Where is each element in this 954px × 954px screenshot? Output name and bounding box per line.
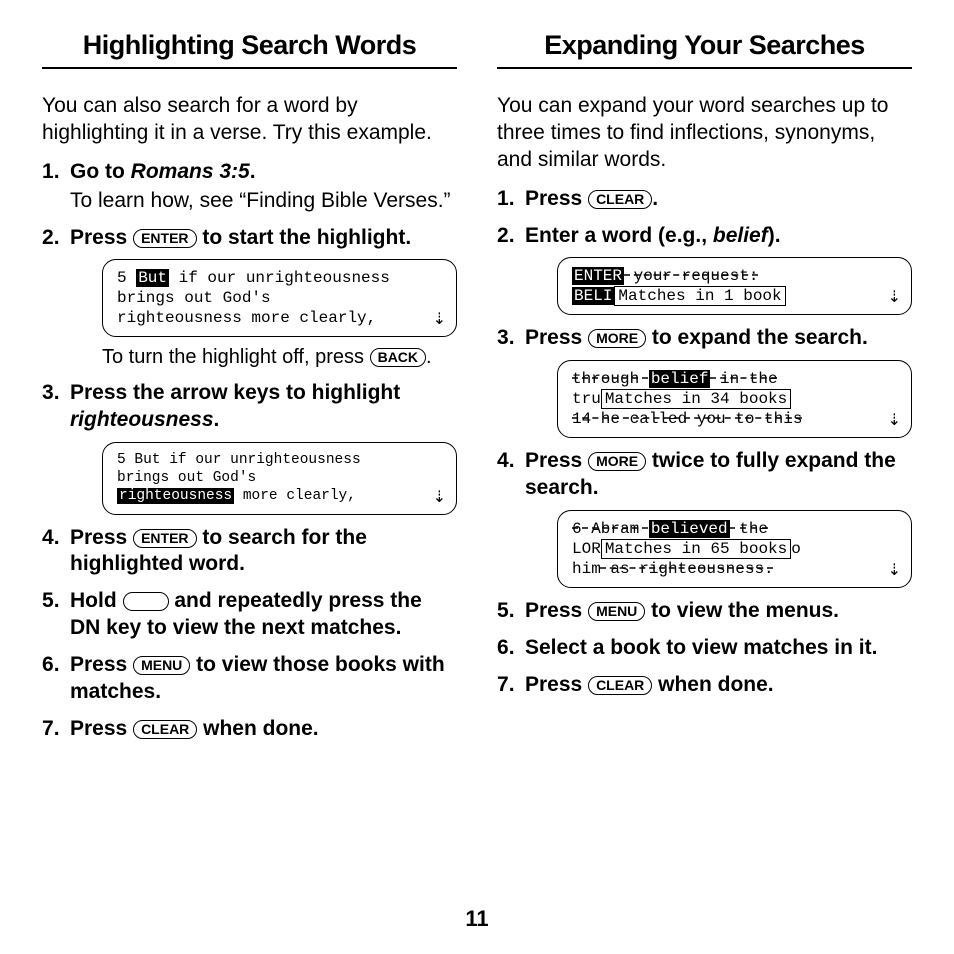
step-text: Press MORE twice to fully expand the sea… — [525, 449, 896, 499]
manual-page: Highlighting Search Words You can also s… — [0, 0, 954, 954]
lcd-screen: 5 But if our unrighteousness brings out … — [102, 442, 457, 514]
clear-key-icon: CLEAR — [133, 720, 197, 739]
enter-key-icon: ENTER — [133, 529, 196, 548]
scroll-down-icon: ⇣ — [888, 288, 901, 308]
highlighted-word: But — [136, 269, 169, 287]
section-title-right: Expanding Your Searches — [497, 30, 912, 61]
step-5: Press MENU to view the menus. — [497, 598, 912, 625]
highlighted-word: righteousness — [117, 488, 234, 504]
page-number: 11 — [0, 906, 954, 932]
step-text: Press CLEAR when done. — [70, 717, 319, 740]
step-text: Press MORE to expand the search. — [525, 326, 868, 349]
menu-key-icon: MENU — [133, 656, 190, 675]
step-5: Hold and repeatedly press the DN key to … — [42, 588, 457, 642]
step-text: Press CLEAR. — [525, 187, 658, 210]
step-text: Press MENU to view the menus. — [525, 599, 839, 622]
step-text: Press ENTER to search for the highlighte… — [70, 526, 367, 576]
step-1: Press CLEAR. — [497, 186, 912, 213]
step-text: Press MENU to view those books with matc… — [70, 653, 445, 703]
lcd-caption: To turn the highlight off, press BACK. — [102, 345, 457, 370]
scroll-down-icon: ⇣ — [433, 310, 446, 330]
blank-key-icon — [123, 592, 169, 611]
clear-key-icon: CLEAR — [588, 676, 652, 695]
scroll-down-icon: ⇣ — [888, 561, 901, 581]
step-text: Press CLEAR when done. — [525, 673, 774, 696]
step-text: Select a book to view matches in it. — [525, 636, 877, 659]
back-key-icon: BACK — [370, 348, 426, 367]
step-4: Press ENTER to search for the highlighte… — [42, 525, 457, 579]
match-count-box: Matches in 65 books — [601, 539, 791, 559]
scroll-down-icon: ⇣ — [433, 488, 446, 508]
lcd-screen: 5 But if our unrighteousness brings out … — [102, 259, 457, 337]
two-column-layout: Highlighting Search Words You can also s… — [42, 30, 912, 753]
step-text: Press ENTER to start the highlight. — [70, 226, 411, 249]
steps-left: Go to Romans 3:5. To learn how, see “Fin… — [42, 159, 457, 743]
step-4: Press MORE twice to fully expand the sea… — [497, 448, 912, 588]
more-key-icon: MORE — [588, 452, 646, 471]
enter-key-icon: ENTER — [133, 229, 196, 248]
lcd-screen: 6 Abram believed the LORMatches in 65 bo… — [557, 510, 912, 588]
step-text: Hold and repeatedly press the DN key to … — [70, 589, 422, 639]
menu-key-icon: MENU — [588, 602, 645, 621]
more-key-icon: MORE — [588, 329, 646, 348]
step-2: Press ENTER to start the highlight. 5 Bu… — [42, 225, 457, 371]
step-text: Enter a word (e.g., belief). — [525, 224, 781, 247]
intro-left: You can also search for a word by highli… — [42, 93, 457, 147]
scroll-down-icon: ⇣ — [888, 411, 901, 431]
match-count-box: Matches in 1 book — [614, 286, 785, 306]
title-rule — [42, 67, 457, 69]
step-text: Go to Romans 3:5. — [70, 160, 256, 183]
step-substep: To learn how, see “Finding Bible Verses.… — [70, 188, 457, 215]
step-1: Go to Romans 3:5. To learn how, see “Fin… — [42, 159, 457, 215]
step-3: Press MORE to expand the search. through… — [497, 325, 912, 438]
step-2: Enter a word (e.g., belief). ENTER your … — [497, 223, 912, 316]
lcd-screen: ENTER your request: BELIMatches in 1 boo… — [557, 257, 912, 315]
lcd-screen: through belief in the truMatches in 34 b… — [557, 360, 912, 438]
steps-right: Press CLEAR. Enter a word (e.g., belief)… — [497, 186, 912, 699]
right-column: Expanding Your Searches You can expand y… — [497, 30, 912, 753]
step-7: Press CLEAR when done. — [42, 716, 457, 743]
left-column: Highlighting Search Words You can also s… — [42, 30, 457, 753]
title-rule — [497, 67, 912, 69]
step-text: Press the arrow keys to highlight righte… — [70, 381, 400, 431]
step-6: Select a book to view matches in it. — [497, 635, 912, 662]
section-title-left: Highlighting Search Words — [42, 30, 457, 61]
intro-right: You can expand your word searches up to … — [497, 93, 912, 174]
clear-key-icon: CLEAR — [588, 190, 652, 209]
step-6: Press MENU to view those books with matc… — [42, 652, 457, 706]
step-7: Press CLEAR when done. — [497, 672, 912, 699]
match-count-box: Matches in 34 books — [601, 389, 791, 409]
step-3: Press the arrow keys to highlight righte… — [42, 380, 457, 514]
